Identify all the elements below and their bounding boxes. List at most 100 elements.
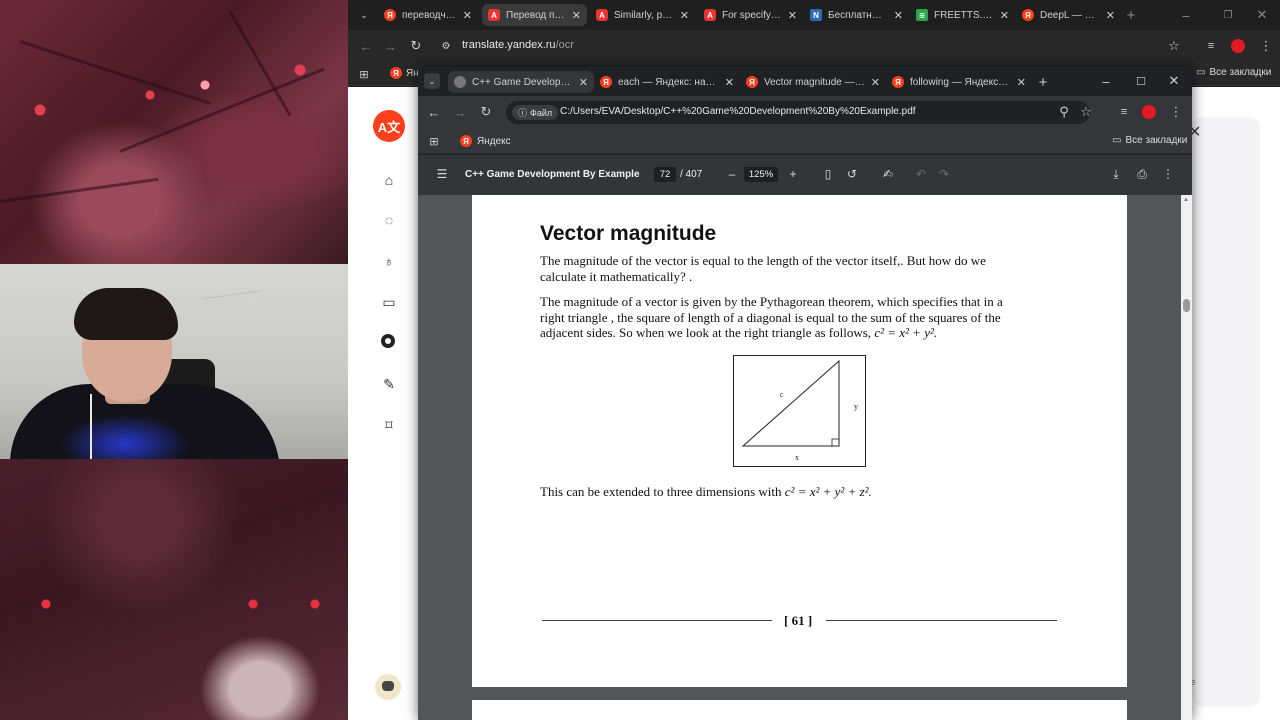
inner-url-bar[interactable]: ⓘ Файл C:/Users/EVA/Desktop/C++%20Game%2… (506, 101, 1090, 124)
outer-tab-4[interactable]: N Бесплатный с ✕ (804, 4, 909, 26)
file-chip[interactable]: ⓘ Файл (512, 105, 559, 120)
reload-icon[interactable]: ↻ (408, 38, 424, 54)
download-icon[interactable]: ⤓ (1108, 166, 1124, 182)
bookmark-star-icon[interactable]: ☆ (1078, 104, 1094, 120)
outer-tab-3[interactable]: A For specifying ✕ (698, 4, 803, 26)
minimize-icon[interactable]: – (1178, 7, 1194, 23)
close-icon[interactable]: ✕ (1017, 76, 1026, 89)
maximize-icon[interactable]: ☐ (1133, 73, 1149, 89)
bookmark-icon[interactable]: ⌑ (380, 416, 398, 434)
close-window-icon[interactable]: ✕ (1254, 7, 1270, 23)
fit-page-icon[interactable]: ▯ (820, 166, 836, 182)
outer-tab-bar: ⌄ Я переводчик г ✕ A Перевод по ф ✕ A Si… (348, 0, 1280, 30)
inner-tab-2[interactable]: Я Vector magnitude — Ян ✕ (740, 71, 886, 93)
close-icon[interactable]: ✕ (1000, 9, 1009, 22)
minimize-icon[interactable]: – (1098, 73, 1114, 89)
forward-icon[interactable]: → (382, 38, 398, 54)
bookmark-yandex[interactable]: Я Яндекс (460, 135, 511, 147)
apps-icon[interactable]: ⊞ (356, 66, 372, 82)
outer-tab-0[interactable]: Я переводчик г ✕ (378, 4, 478, 26)
scrollbar-thumb[interactable] (1183, 299, 1190, 312)
inner-address-bar: ← → ↻ ⓘ Файл C:/Users/EVA/Desktop/C++%20… (418, 96, 1192, 129)
chat-icon[interactable]: ◌ (380, 211, 398, 229)
close-icon[interactable]: ✕ (680, 9, 689, 22)
close-icon[interactable]: ✕ (1106, 9, 1115, 22)
forward-icon[interactable]: → (452, 104, 468, 120)
translate-icon: A (596, 9, 608, 21)
page-total: / 407 (680, 169, 703, 180)
all-bookmarks[interactable]: ▭ Все закладки (1112, 135, 1187, 146)
zoom-out-icon[interactable]: – (724, 166, 740, 182)
next-pdf-page (472, 700, 1127, 720)
yandex-icon: Я (460, 135, 472, 147)
back-icon[interactable]: ← (358, 38, 374, 54)
undo-icon[interactable]: ↶ (913, 166, 929, 182)
outer-tab-6[interactable]: Я DeepL — Янд ✕ (1016, 4, 1121, 26)
outer-url[interactable]: translate.yandex.ru/ocr (462, 39, 574, 51)
yandex-icon: Я (384, 9, 396, 21)
label-x: x (795, 453, 799, 462)
restore-icon[interactable]: ❐ (1220, 7, 1236, 23)
inner-url-text: C:/Users/EVA/Desktop/C++%20Game%20Develo… (560, 106, 916, 117)
profile-avatar[interactable] (1142, 105, 1156, 119)
translate-icon: A (488, 9, 500, 21)
close-icon[interactable]: ✕ (725, 76, 734, 89)
section-heading: Vector magnitude (540, 222, 717, 245)
site-info-icon[interactable]: ⚙ (438, 38, 454, 54)
draw-icon[interactable]: ✍ (880, 166, 896, 182)
profile-avatar[interactable] (1231, 39, 1245, 53)
close-icon[interactable]: ✕ (463, 9, 472, 22)
zoom-in-icon[interactable]: + (785, 166, 801, 182)
close-icon[interactable]: ✕ (579, 76, 588, 89)
print-icon[interactable]: ⎙ (1134, 166, 1150, 182)
reload-icon[interactable]: ↻ (478, 104, 494, 120)
all-bookmarks[interactable]: ▭ Все закладки (1196, 67, 1271, 78)
pdf-viewer: Vector magnitude The magnitude of the ve… (418, 195, 1192, 720)
close-icon[interactable]: ✕ (894, 9, 903, 22)
media-icon[interactable]: ≡ (1116, 104, 1132, 120)
close-icon[interactable]: ✕ (871, 76, 880, 89)
tab-search-chevron-icon[interactable]: ⌄ (356, 7, 372, 23)
pdf-title: C++ Game Development By Example (465, 169, 640, 180)
zoom-input[interactable]: 125% (744, 167, 778, 182)
camera-icon[interactable] (381, 334, 395, 348)
wallpaper-top (0, 0, 348, 264)
assistant-icon[interactable] (375, 674, 401, 700)
bulb-icon[interactable]: ♁ (380, 252, 398, 270)
home-icon[interactable]: ⌂ (380, 171, 398, 189)
new-tab-icon[interactable]: + (1034, 73, 1052, 91)
media-icon[interactable]: ≡ (1203, 38, 1219, 54)
footer-rule-left (542, 620, 772, 621)
rotate-icon[interactable]: ↺ (844, 166, 860, 182)
inner-tab-3[interactable]: Я following — Яндекс: на ✕ (886, 71, 1032, 93)
page-number-input[interactable]: 72 (654, 167, 676, 182)
yandex-icon: Я (1022, 9, 1034, 21)
outer-tab-2[interactable]: A Similarly, poin ✕ (590, 4, 695, 26)
tab-search-chevron-icon[interactable]: ⌄ (424, 73, 440, 89)
menu-icon[interactable]: ⋮ (1168, 104, 1184, 120)
menu-icon[interactable]: ⋮ (1258, 38, 1274, 54)
inner-tab-1[interactable]: Я each — Яндекс: нашлос ✕ (594, 71, 740, 93)
outer-tab-5[interactable]: ≋ FREETTS.RU - ✕ (910, 4, 1015, 26)
redo-icon[interactable]: ↷ (936, 166, 952, 182)
apps-icon[interactable]: ⊞ (426, 133, 442, 149)
zoom-search-icon[interactable]: ⚲ (1056, 104, 1072, 120)
pencil-icon[interactable]: ✎ (380, 375, 398, 393)
translate-logo-icon[interactable]: A文 (373, 110, 405, 142)
new-tab-icon[interactable]: + (1122, 6, 1140, 24)
paragraph-1: The magnitude of the vector is equal to … (540, 253, 986, 284)
scroll-up-icon[interactable]: ▲ (1183, 197, 1189, 203)
webcam-feed (0, 264, 348, 459)
close-window-icon[interactable]: ✕ (1166, 73, 1182, 89)
close-icon[interactable]: ✕ (788, 9, 797, 22)
inner-browser-window: ⌄ C++ Game Developmen ✕ Я each — Яндекс:… (418, 67, 1192, 720)
more-icon[interactable]: ⋮ (1160, 166, 1176, 182)
bookmark-star-icon[interactable]: ☆ (1166, 38, 1182, 54)
message-icon[interactable]: ▭ (380, 293, 398, 311)
hamburger-menu-icon[interactable]: ☰ (434, 166, 450, 182)
back-icon[interactable]: ← (426, 104, 442, 120)
close-icon[interactable]: ✕ (572, 9, 581, 22)
vertical-scrollbar[interactable]: ▲ (1181, 195, 1192, 720)
outer-tab-1[interactable]: A Перевод по ф ✕ (482, 4, 587, 26)
inner-tab-0[interactable]: C++ Game Developmen ✕ (448, 71, 594, 93)
